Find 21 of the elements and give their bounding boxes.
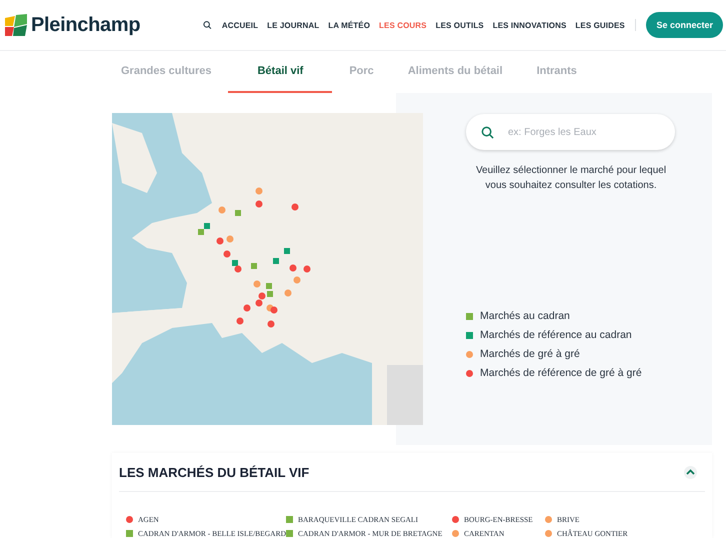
nav-link[interactable]: LES OUTILS: [436, 20, 484, 30]
search-icon[interactable]: [203, 18, 212, 32]
nav-link[interactable]: LES GUIDES: [575, 20, 625, 30]
logo-icon: [5, 14, 27, 36]
login-button[interactable]: Se connecter: [646, 12, 723, 38]
section-title: LES MARCHÉS DU BÉTAIL VIF: [119, 464, 310, 480]
category-tab[interactable]: Bétail vif: [228, 51, 332, 93]
nav-link[interactable]: LES INNOVATIONS: [492, 20, 566, 30]
instruction-text: Veuillez sélectionner le marché pour lequel vous souhaitez consulter les cotations.: [474, 164, 668, 193]
nav-link[interactable]: LE JOURNAL: [267, 20, 320, 30]
logo-text[interactable]: Pleinchamp: [31, 14, 140, 36]
legend-label: Marchés au cadran: [480, 310, 570, 322]
legend-label: Marchés de référence au cadran: [480, 329, 632, 341]
legend-label: Marchés de gré à gré: [480, 348, 580, 360]
search-field[interactable]: ex: Forges les Eaux: [466, 114, 675, 150]
caret-up-icon: [686, 469, 695, 475]
nav-link[interactable]: LA MÉTÉO: [328, 20, 370, 30]
legend-label: Marchés de référence de gré à gré: [480, 367, 642, 379]
nav-link[interactable]: ACCUEIL: [222, 20, 258, 30]
search-icon: [481, 126, 494, 139]
collapse-button[interactable]: [684, 466, 697, 478]
